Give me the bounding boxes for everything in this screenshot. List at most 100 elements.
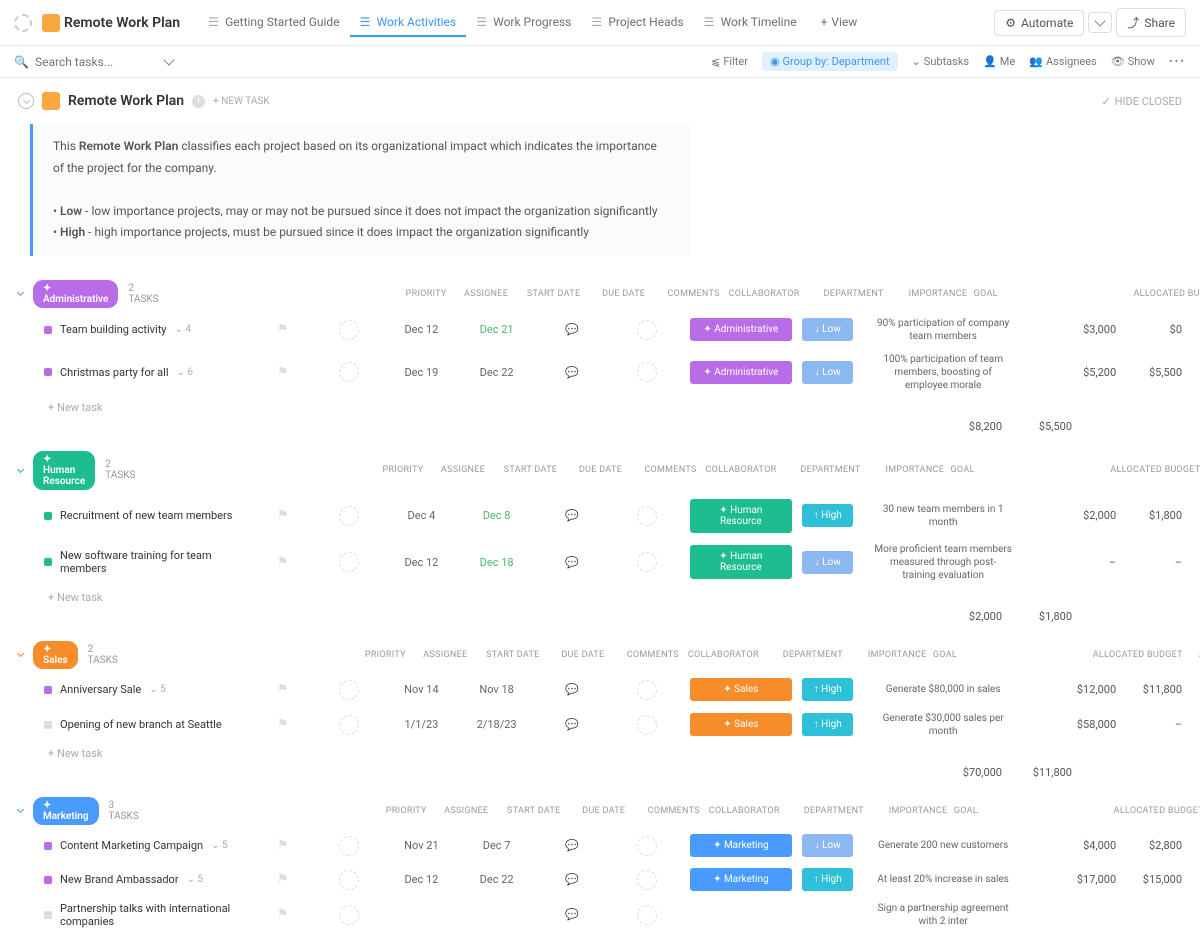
group-pill[interactable]: ✦ Sales (33, 641, 78, 669)
comment-icon[interactable]: 💬 (565, 718, 579, 731)
department-tag[interactable]: ✦ Marketing (690, 868, 792, 891)
due-date[interactable]: Nov 18 (464, 683, 529, 696)
tab-getting-started-guide[interactable]: ☰Getting Started Guide (198, 9, 349, 37)
comment-icon[interactable]: 💬 (565, 908, 579, 921)
tab-work-activities[interactable]: ☰Work Activities (350, 9, 467, 37)
collaborator-placeholder-icon[interactable] (637, 506, 657, 526)
importance-tag[interactable]: ↓ Low (802, 834, 853, 857)
task-row[interactable]: Partnership talks with international com… (0, 897, 1200, 933)
assignee-placeholder-icon[interactable] (339, 905, 359, 925)
add-view-button[interactable]: + View (811, 9, 868, 37)
department-tag[interactable]: ✦ Administrative (690, 361, 792, 384)
importance-tag[interactable]: ↑ High (802, 868, 853, 891)
assignee-placeholder-icon[interactable] (339, 870, 359, 890)
department-tag[interactable]: ✦ Sales (690, 678, 792, 701)
collapse-group-icon[interactable] (18, 286, 23, 302)
group-by-button[interactable]: ◉Group by: Department (762, 52, 898, 71)
comment-icon[interactable]: 💬 (565, 683, 579, 696)
flag-icon[interactable]: ⚑ (277, 508, 289, 523)
start-date[interactable]: Nov 21 (389, 839, 454, 852)
collapse-group-icon[interactable] (18, 803, 23, 819)
comment-icon[interactable]: 💬 (565, 873, 579, 886)
assignee-placeholder-icon[interactable] (339, 320, 359, 340)
task-row[interactable]: Christmas party for all ⌄ 6 ⚑ Dec 19 Dec… (0, 348, 1200, 397)
comment-icon[interactable]: 💬 (565, 839, 579, 852)
assignee-placeholder-icon[interactable] (339, 680, 359, 700)
importance-tag[interactable]: ↑ High (802, 713, 853, 736)
task-row[interactable]: New software training for team members ⚑… (0, 538, 1200, 587)
department-tag[interactable]: ✦ Human Resource (690, 545, 792, 579)
search-input[interactable] (35, 55, 155, 69)
new-task-row[interactable]: + New task (0, 743, 1200, 764)
automate-dropdown[interactable] (1088, 12, 1112, 33)
me-button[interactable]: 👤Me (983, 55, 1015, 68)
due-date[interactable]: Dec 21 (464, 323, 529, 336)
task-row[interactable]: Opening of new branch at Seattle ⚑ 1/1/2… (0, 707, 1200, 743)
avatar[interactable] (42, 14, 60, 32)
flag-icon[interactable]: ⚑ (277, 872, 289, 887)
importance-tag[interactable]: ↑ High (802, 504, 853, 527)
collapse-all-icon[interactable] (18, 93, 34, 109)
search-dropdown-icon[interactable] (163, 54, 174, 65)
assignee-placeholder-icon[interactable] (339, 552, 359, 572)
importance-tag[interactable]: ↓ Low (802, 361, 853, 384)
due-date[interactable]: Dec 7 (464, 839, 529, 852)
collapse-group-icon[interactable] (18, 647, 23, 663)
department-tag[interactable]: ✦ Human Resource (690, 499, 792, 533)
new-task-row[interactable]: + New task (0, 587, 1200, 608)
task-row[interactable]: Content Marketing Campaign ⌄ 5 ⚑ Nov 21 … (0, 829, 1200, 863)
task-row[interactable]: Team building activity ⌄ 4 ⚑ Dec 12 Dec … (0, 312, 1200, 348)
start-date[interactable]: Dec 19 (389, 366, 454, 379)
collaborator-placeholder-icon[interactable] (637, 320, 657, 340)
due-date[interactable]: Dec 22 (464, 366, 529, 379)
assignee-placeholder-icon[interactable] (339, 506, 359, 526)
comment-icon[interactable]: 💬 (565, 366, 579, 379)
hide-closed-toggle[interactable]: ✓ HIDE CLOSED (1101, 95, 1182, 108)
start-date[interactable]: Dec 12 (389, 323, 454, 336)
group-pill[interactable]: ✦ Marketing (33, 797, 99, 825)
collaborator-placeholder-icon[interactable] (637, 680, 657, 700)
assignees-button[interactable]: 👥Assignees (1029, 55, 1097, 68)
importance-tag[interactable]: ↑ High (802, 678, 853, 701)
start-date[interactable]: 1/1/23 (389, 718, 454, 731)
comment-icon[interactable]: 💬 (565, 509, 579, 522)
group-pill[interactable]: ✦ Administrative (33, 280, 118, 308)
department-tag[interactable]: ✦ Sales (690, 713, 792, 736)
flag-icon[interactable]: ⚑ (277, 322, 289, 337)
task-row[interactable]: New Brand Ambassador ⌄ 5 ⚑ Dec 12 Dec 22… (0, 863, 1200, 897)
comment-icon[interactable]: 💬 (565, 323, 579, 336)
new-task-button[interactable]: + NEW TASK (213, 96, 269, 107)
flag-icon[interactable]: ⚑ (277, 838, 289, 853)
tab-project-heads[interactable]: ☰Project Heads (581, 9, 693, 37)
assignee-placeholder-icon[interactable] (339, 836, 359, 856)
share-button[interactable]: ⤴ Share (1116, 8, 1186, 37)
collaborator-placeholder-icon[interactable] (637, 362, 657, 382)
due-date[interactable]: Dec 8 (464, 509, 529, 522)
department-tag[interactable]: ✦ Administrative (690, 318, 792, 341)
info-icon[interactable]: i (192, 95, 205, 108)
collapse-group-icon[interactable] (18, 462, 23, 478)
flag-icon[interactable]: ⚑ (277, 365, 289, 380)
tab-work-progress[interactable]: ☰Work Progress (466, 9, 581, 37)
filter-button[interactable]: ⫹Filter (711, 55, 748, 68)
group-pill[interactable]: ✦ Human Resource (33, 451, 95, 490)
collaborator-placeholder-icon[interactable] (637, 836, 657, 856)
start-date[interactable]: Nov 14 (389, 683, 454, 696)
task-row[interactable]: Anniversary Sale ⌄ 5 ⚑ Nov 14 Nov 18 💬 ✦… (0, 673, 1200, 707)
comment-icon[interactable]: 💬 (565, 556, 579, 569)
department-tag[interactable]: ✦ Marketing (690, 834, 792, 857)
tab-work-timeline[interactable]: ☰Work Timeline (694, 9, 807, 37)
flag-icon[interactable]: ⚑ (277, 555, 289, 570)
collaborator-placeholder-icon[interactable] (637, 905, 657, 925)
collaborator-placeholder-icon[interactable] (637, 715, 657, 735)
subtasks-button[interactable]: ⌄Subtasks (912, 55, 970, 68)
task-row[interactable]: Recruitment of new team members ⚑ Dec 4 … (0, 494, 1200, 538)
flag-icon[interactable]: ⚑ (277, 907, 289, 922)
assignee-placeholder-icon[interactable] (339, 715, 359, 735)
start-date[interactable]: Dec 4 (389, 509, 454, 522)
automate-button[interactable]: ⚙ Automate (994, 10, 1084, 36)
due-date[interactable]: Dec 18 (464, 556, 529, 569)
start-date[interactable]: Dec 12 (389, 873, 454, 886)
show-button[interactable]: 👁Show (1111, 55, 1155, 68)
collaborator-placeholder-icon[interactable] (637, 870, 657, 890)
